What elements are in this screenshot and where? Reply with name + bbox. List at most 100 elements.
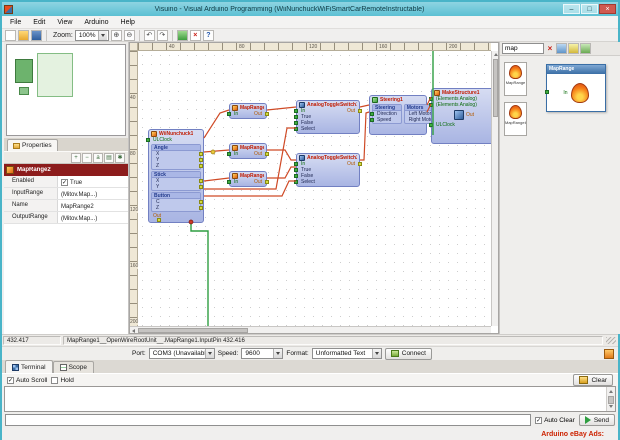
clear-button[interactable]: Clear bbox=[573, 374, 613, 386]
component-search-input[interactable] bbox=[502, 43, 544, 54]
categories-icon[interactable] bbox=[568, 43, 579, 54]
scroll-up-icon[interactable] bbox=[609, 390, 613, 393]
property-value[interactable]: (Mitov.Map...) bbox=[58, 188, 128, 199]
collapse-all-icon[interactable]: − bbox=[82, 153, 92, 163]
output-pin[interactable] bbox=[199, 200, 203, 204]
menu-edit[interactable]: Edit bbox=[28, 18, 50, 27]
scroll-left-icon[interactable] bbox=[132, 329, 135, 333]
minimize-button[interactable]: – bbox=[563, 4, 580, 14]
new-file-icon[interactable] bbox=[5, 30, 16, 41]
select-input-pin[interactable] bbox=[294, 127, 298, 131]
block-steering1[interactable]: Steering1 Steering Direction Speed Motor… bbox=[369, 95, 427, 135]
property-value[interactable]: MapRange2 bbox=[58, 200, 128, 211]
log-icon[interactable] bbox=[604, 349, 614, 359]
format-select[interactable]: Unformatted Text bbox=[312, 348, 382, 359]
canvas-horizontal-scrollbar[interactable] bbox=[130, 326, 491, 333]
scrollbar-thumb[interactable] bbox=[608, 396, 614, 404]
zoom-dropdown-icon[interactable] bbox=[98, 31, 107, 40]
menu-view[interactable]: View bbox=[52, 18, 77, 27]
connect-button[interactable]: Connect bbox=[385, 348, 432, 360]
clock-input-pin[interactable] bbox=[146, 138, 150, 142]
stop-icon[interactable]: × bbox=[190, 30, 201, 41]
undo-icon[interactable]: ↶ bbox=[144, 30, 155, 41]
canvas-vertical-scrollbar[interactable] bbox=[491, 51, 498, 326]
component-card-maprange[interactable]: MapRange bbox=[504, 62, 527, 96]
resize-grip[interactable] bbox=[606, 337, 616, 344]
scroll-up-icon[interactable] bbox=[494, 53, 498, 56]
false-input-pin[interactable] bbox=[294, 174, 298, 178]
block-maprange3[interactable]: MapRange3 InOut bbox=[229, 171, 267, 187]
menu-arduino[interactable]: Arduino bbox=[79, 18, 113, 27]
checkbox-unchecked[interactable] bbox=[51, 377, 58, 384]
help-icon[interactable]: ? bbox=[203, 30, 214, 41]
component-preview-popup[interactable]: MapRange In bbox=[546, 64, 606, 112]
output-pin[interactable] bbox=[199, 185, 203, 189]
zoom-out-icon[interactable]: ⊖ bbox=[124, 30, 135, 41]
output-pin[interactable] bbox=[358, 109, 362, 113]
port-dropdown-icon[interactable] bbox=[205, 349, 214, 358]
output-pin[interactable] bbox=[199, 152, 203, 156]
auto-scroll-checkbox[interactable]: ✓ Auto Scroll bbox=[7, 377, 47, 384]
output-pin[interactable] bbox=[265, 112, 269, 116]
sort-alpha-icon[interactable]: a bbox=[93, 153, 103, 163]
element-input-pin[interactable] bbox=[429, 103, 433, 107]
menu-help[interactable]: Help bbox=[116, 18, 140, 27]
output-pin[interactable] bbox=[358, 162, 362, 166]
zoom-select[interactable]: 100% bbox=[75, 30, 109, 41]
upload-arduino-icon[interactable] bbox=[177, 30, 188, 41]
checkbox-checked[interactable]: ✓ bbox=[61, 179, 68, 186]
overview-minimap[interactable] bbox=[6, 44, 126, 136]
terminal-scrollbar[interactable] bbox=[606, 387, 615, 411]
clear-search-icon[interactable]: × bbox=[545, 44, 555, 54]
block-wiinunchuck1[interactable]: WiiNunchuck1 ULClock Angle X Y Z Stick X… bbox=[148, 129, 204, 223]
speed-dropdown-icon[interactable] bbox=[273, 349, 282, 358]
tab-properties[interactable]: Properties bbox=[7, 139, 58, 151]
output-pin[interactable] bbox=[199, 179, 203, 183]
false-input-pin[interactable] bbox=[294, 121, 298, 125]
speed-input-pin[interactable] bbox=[370, 118, 374, 122]
settings-icon[interactable]: ✱ bbox=[115, 153, 125, 163]
send-message-input[interactable] bbox=[5, 414, 531, 426]
selected-component-header[interactable]: MapRange2 bbox=[4, 164, 128, 176]
scrollbar-thumb[interactable] bbox=[493, 59, 498, 117]
output-pin[interactable] bbox=[265, 152, 269, 156]
sort-category-icon[interactable]: ▤ bbox=[104, 153, 114, 163]
close-button[interactable]: × bbox=[599, 4, 616, 14]
format-dropdown-icon[interactable] bbox=[372, 349, 381, 358]
port-select[interactable]: COM3 (Unavailable) bbox=[149, 348, 215, 359]
design-canvas[interactable]: 40 80 120 160 200 40 80 120 160 200 WiiN… bbox=[129, 42, 499, 334]
expand-all-icon[interactable]: + bbox=[71, 153, 81, 163]
zoom-in-icon[interactable]: ⊕ bbox=[111, 30, 122, 41]
block-maprange2[interactable]: MapRange2 InOut bbox=[229, 103, 267, 119]
block-maprange1[interactable]: MapRange1 InOut bbox=[229, 143, 267, 159]
input-pin[interactable] bbox=[227, 152, 231, 156]
input-pin[interactable] bbox=[294, 109, 298, 113]
block-makestructure1[interactable]: MakeStructure1 (Elements Analog) (Elemen… bbox=[431, 88, 491, 144]
terminal-output[interactable] bbox=[4, 386, 616, 412]
hold-checkbox[interactable]: Hold bbox=[51, 377, 73, 384]
tab-scope[interactable]: Scope bbox=[53, 361, 94, 373]
maximize-button[interactable]: □ bbox=[581, 4, 598, 14]
checkbox-checked[interactable]: ✓ bbox=[535, 417, 542, 424]
true-input-pin[interactable] bbox=[294, 168, 298, 172]
speed-select[interactable]: 9600 bbox=[241, 348, 283, 359]
auto-clear-checkbox[interactable]: ✓ Auto Clear bbox=[535, 417, 575, 424]
element-input-pin[interactable] bbox=[429, 97, 433, 101]
block-analogtoggleswitch2[interactable]: AnalogToggleSwitch2 InOut True False Sel… bbox=[296, 153, 360, 187]
output-pin[interactable] bbox=[265, 180, 269, 184]
checkbox-checked[interactable]: ✓ bbox=[7, 377, 14, 384]
canvas-content[interactable]: WiiNunchuck1 ULClock Angle X Y Z Stick X… bbox=[138, 51, 491, 326]
filter-icon[interactable] bbox=[556, 43, 567, 54]
select-input-pin[interactable] bbox=[294, 180, 298, 184]
tab-terminal[interactable]: Terminal bbox=[5, 360, 53, 373]
property-value[interactable]: ✓ True bbox=[58, 176, 128, 187]
output-pin[interactable] bbox=[199, 158, 203, 162]
scrollbar-thumb[interactable] bbox=[138, 328, 248, 333]
output-pin[interactable] bbox=[199, 206, 203, 210]
output-pin[interactable] bbox=[199, 164, 203, 168]
send-button[interactable]: Send bbox=[579, 414, 615, 426]
save-file-icon[interactable] bbox=[31, 30, 42, 41]
pin-panel-icon[interactable] bbox=[580, 43, 591, 54]
input-pin[interactable] bbox=[294, 162, 298, 166]
open-file-icon[interactable] bbox=[18, 30, 29, 41]
